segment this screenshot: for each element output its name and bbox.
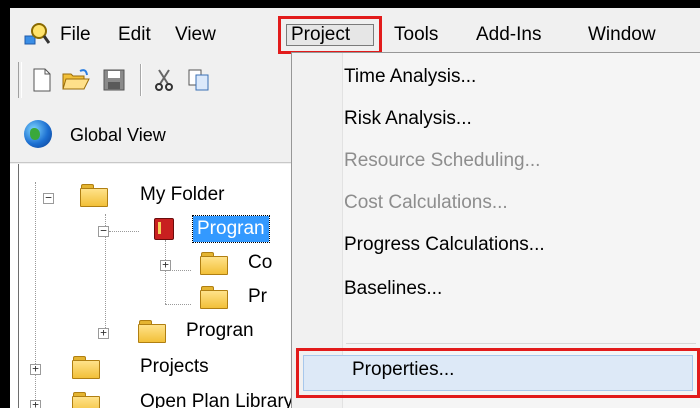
expand-toggle[interactable]: + [98,327,109,339]
folder-icon [200,252,228,275]
collapse-toggle[interactable]: − [98,225,109,237]
menu-item-properties-highlight[interactable]: Properties... [296,348,700,398]
cut-icon[interactable] [150,66,178,94]
menu-item-time-analysis[interactable]: Time Analysis... [344,57,476,97]
menu-edit[interactable]: Edit [118,22,151,48]
folder-icon [138,320,166,343]
folder-icon [200,286,228,309]
tree-item-program[interactable]: Progran [186,318,254,344]
save-icon[interactable] [100,66,128,94]
expand-toggle[interactable]: + [30,363,41,375]
menu-bar: File Edit View Project Tools Add-Ins Win… [10,8,700,56]
menu-separator [346,343,696,344]
tree-pane-border [18,164,19,408]
tree-connector [165,304,191,306]
tree-item-co[interactable]: Co [248,250,272,276]
expand-toggle[interactable]: + [160,259,171,271]
tree-item-my-folder[interactable]: My Folder [140,182,224,208]
folder-icon [80,184,108,207]
menu-item-risk-analysis[interactable]: Risk Analysis... [344,99,472,139]
toolbar-separator [140,64,142,96]
menu-item-resource-scheduling: Resource Scheduling... [344,150,541,171]
open-folder-icon[interactable] [62,66,90,94]
menu-item-properties[interactable]: Properties... [352,351,454,389]
program-book-icon [154,218,174,240]
menu-file[interactable]: File [60,22,91,48]
menu-item-progress-calculations[interactable]: Progress Calculations... [344,225,545,265]
tree-item-open-plan-library[interactable]: Open Plan Library [140,389,293,408]
expand-toggle[interactable]: + [30,399,41,408]
collapse-toggle[interactable]: − [43,192,54,204]
menu-view[interactable]: View [175,22,216,48]
menu-item-baselines[interactable]: Baselines... [344,269,442,309]
new-document-icon[interactable] [28,66,56,94]
menu-window[interactable]: Window [588,22,656,48]
tree-item-program-selected[interactable]: Progran [192,215,270,243]
tree-connector [165,240,167,304]
menu-add-ins[interactable]: Add-Ins [476,22,541,48]
app-magnifier-icon[interactable] [24,22,51,46]
tree-item-projects[interactable]: Projects [140,354,209,380]
global-view-label[interactable]: Global View [70,122,166,148]
menu-tools[interactable]: Tools [394,22,438,48]
menu-item-cost-calculations: Cost Calculations... [344,192,508,213]
folder-icon [72,356,100,379]
application-window: File Edit View Project Tools Add-Ins Win… [10,8,700,408]
toolbar-grip[interactable] [18,62,22,98]
tree-item-pr[interactable]: Pr [248,284,267,310]
globe-icon [24,120,52,148]
menu-project[interactable]: Project [291,22,350,48]
menu-project-highlight[interactable]: Project [278,16,382,54]
folder-icon [72,392,100,408]
tree-connector [109,231,139,233]
copy-icon[interactable] [185,66,213,94]
